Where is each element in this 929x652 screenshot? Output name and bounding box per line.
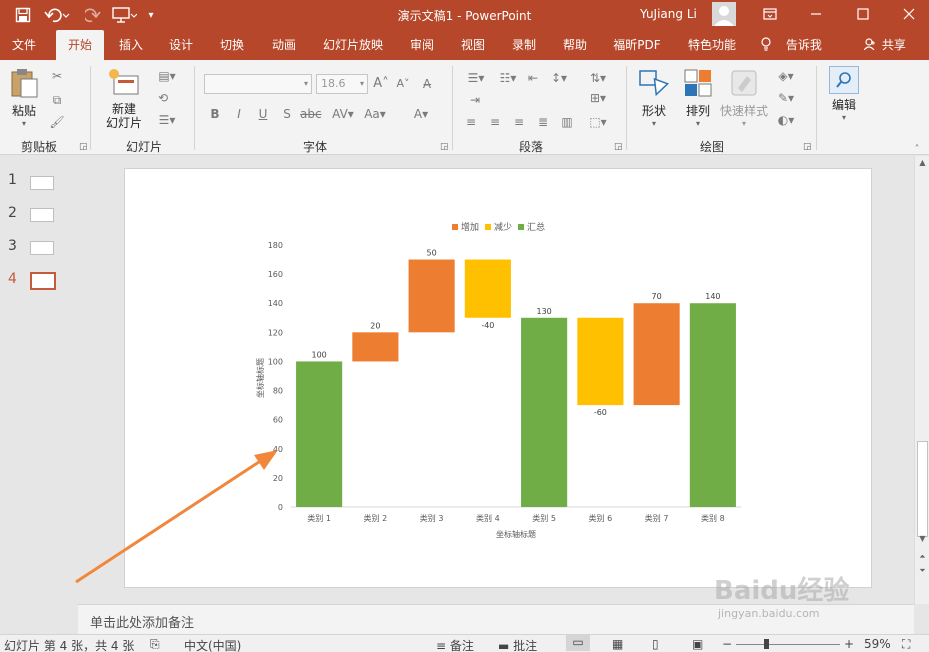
annotation-arrow <box>75 450 278 584</box>
baidu-watermark: Baidu经验 jingyan.baidu.com <box>714 570 914 630</box>
watermark-logo-text: Baidu经验 <box>714 576 850 606</box>
watermark-url: jingyan.baidu.com <box>718 607 820 620</box>
powerpoint-window: ▾ 演示文稿1 - PowerPoint YuJiang Li 文件 开始 插入… <box>0 0 929 652</box>
